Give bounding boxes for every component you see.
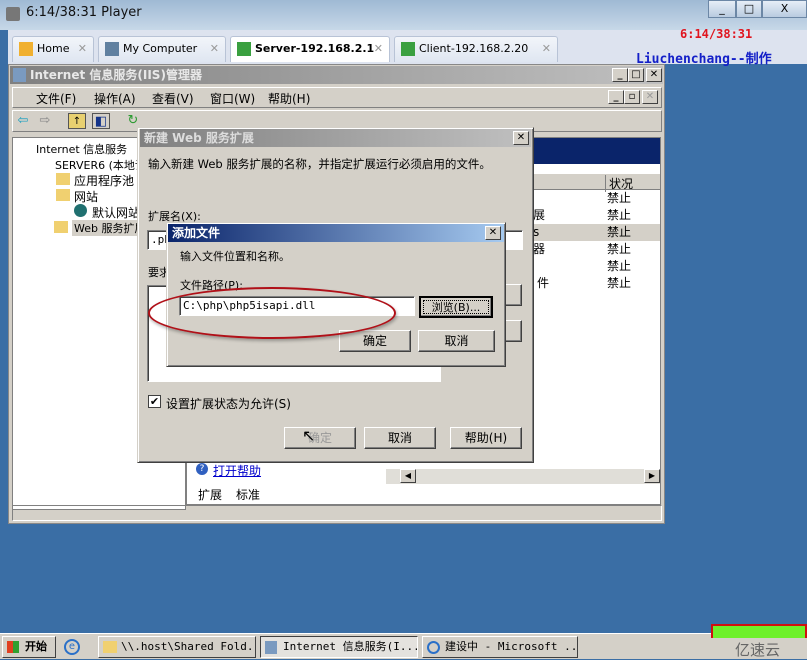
maximize-button[interactable]: □ xyxy=(736,0,762,18)
folder-icon xyxy=(103,641,117,653)
iis-icon xyxy=(265,641,277,654)
player-icon xyxy=(6,7,20,21)
menu-view[interactable]: 查看(V) xyxy=(152,90,194,107)
allow-status-checkbox[interactable]: ✔ xyxy=(148,395,161,408)
vm-running-icon xyxy=(401,42,415,56)
taskbar-item-ie[interactable]: 建设中 - Microsoft ... xyxy=(422,636,578,658)
add-file-close-button[interactable]: ✕ xyxy=(485,226,501,240)
show-tree-icon[interactable]: ◧ xyxy=(92,113,110,129)
child-minimize-button[interactable]: _ xyxy=(608,90,624,104)
start-button[interactable]: 开始 xyxy=(2,636,56,658)
close-tab-icon[interactable]: ✕ xyxy=(78,37,87,61)
add-file-instruction: 输入文件位置和名称。 xyxy=(180,250,290,263)
home-icon xyxy=(19,42,33,56)
tree-item-iis-root[interactable]: Internet 信息服务 xyxy=(36,141,127,157)
scroll-right-button[interactable]: ▶ xyxy=(644,469,660,483)
allow-status-label: 设置扩展状态为允许(S) xyxy=(166,397,291,411)
folder-icon xyxy=(56,173,70,185)
menu-help[interactable]: 帮助(H) xyxy=(268,90,310,107)
iis-close-button[interactable]: ✕ xyxy=(646,68,662,82)
tab-standard[interactable]: 标准 xyxy=(236,486,260,503)
tab-my-computer[interactable]: My Computer ✕ xyxy=(98,36,226,62)
minimize-button[interactable]: _ xyxy=(708,0,736,18)
tree-item-app-pools[interactable]: 应用程序池 xyxy=(74,172,134,189)
add-file-cancel-button[interactable]: 取消 xyxy=(418,330,495,352)
ie-quicklaunch-icon[interactable]: e xyxy=(64,639,80,655)
close-tab-icon[interactable]: ✕ xyxy=(210,37,219,61)
child-restore-button[interactable]: ▫ xyxy=(624,90,640,104)
open-help-link[interactable]: 打开帮助 xyxy=(213,462,261,479)
menu-file[interactable]: 文件(F) xyxy=(36,90,76,107)
overlay-time: 6:14/38:31 xyxy=(680,27,753,41)
new-extension-ok-button[interactable]: 确定 xyxy=(284,427,356,449)
vm-running-icon xyxy=(237,42,251,56)
horizontal-scrollbar[interactable] xyxy=(386,468,660,484)
taskbar-item-iis[interactable]: Internet 信息服务(I... xyxy=(260,636,418,658)
tab-server[interactable]: Server-192.168.2.1 ✕ xyxy=(230,36,390,62)
iis-title: Internet 信息服务(IIS)管理器 xyxy=(10,66,663,84)
mouse-cursor-icon: ↖ xyxy=(302,426,316,445)
new-extension-title: 新建 Web 服务扩展 xyxy=(140,129,531,147)
add-file-ok-button[interactable]: 确定 xyxy=(339,330,411,352)
add-file-title: 添加文件 xyxy=(168,224,504,242)
iis-minimize-button[interactable]: _ xyxy=(612,68,628,82)
browse-button[interactable]: 浏览(B)... xyxy=(419,296,493,318)
forward-icon[interactable]: ⇨ xyxy=(36,113,54,129)
watermark: 亿速云 xyxy=(735,641,781,659)
iis-maximize-button[interactable]: □ xyxy=(628,68,644,82)
close-tab-icon[interactable]: ✕ xyxy=(374,37,383,61)
help-icon: ? xyxy=(196,463,208,475)
green-overlay-badge xyxy=(711,624,807,638)
close-tab-icon[interactable]: ✕ xyxy=(542,37,551,61)
new-extension-close-button[interactable]: ✕ xyxy=(513,131,529,145)
tab-client[interactable]: Client-192.168.2.20 ✕ xyxy=(394,36,558,62)
globe-icon xyxy=(74,204,87,217)
close-button[interactable]: X xyxy=(762,0,807,18)
highlight-ellipse xyxy=(148,287,396,339)
tree-item-default-site[interactable]: 默认网站 xyxy=(92,204,140,221)
new-extension-help-button[interactable]: 帮助(H) xyxy=(450,427,522,449)
child-close-button[interactable]: ✕ xyxy=(642,90,658,104)
computer-icon xyxy=(105,42,119,56)
up-folder-icon[interactable]: ↑ xyxy=(68,113,86,129)
iis-icon xyxy=(13,68,26,82)
back-icon[interactable]: ⇦ xyxy=(14,113,32,129)
ie-icon xyxy=(427,641,440,654)
new-extension-cancel-button[interactable]: 取消 xyxy=(364,427,436,449)
tree-item-server[interactable]: SERVER6 (本地计 xyxy=(55,157,146,173)
menu-window[interactable]: 窗口(W) xyxy=(210,90,255,107)
windows-logo-icon xyxy=(7,641,19,653)
player-title: 6:14/38:31 Player xyxy=(26,5,142,20)
tab-extended[interactable]: 扩展 xyxy=(198,486,222,503)
status-bar xyxy=(12,505,662,521)
folder-icon xyxy=(56,189,70,201)
folder-icon xyxy=(54,221,68,233)
taskbar-item-shared-folder[interactable]: \\.host\Shared Fold... xyxy=(98,636,256,658)
tree-item-websites[interactable]: 网站 xyxy=(74,188,98,205)
scroll-left-button[interactable]: ◀ xyxy=(400,469,416,483)
tab-home[interactable]: Home ✕ xyxy=(12,36,94,62)
new-extension-instruction: 输入新建 Web 服务扩展的名称，并指定扩展运行必须启用的文件。 xyxy=(148,157,491,171)
menu-action[interactable]: 操作(A) xyxy=(94,90,136,107)
